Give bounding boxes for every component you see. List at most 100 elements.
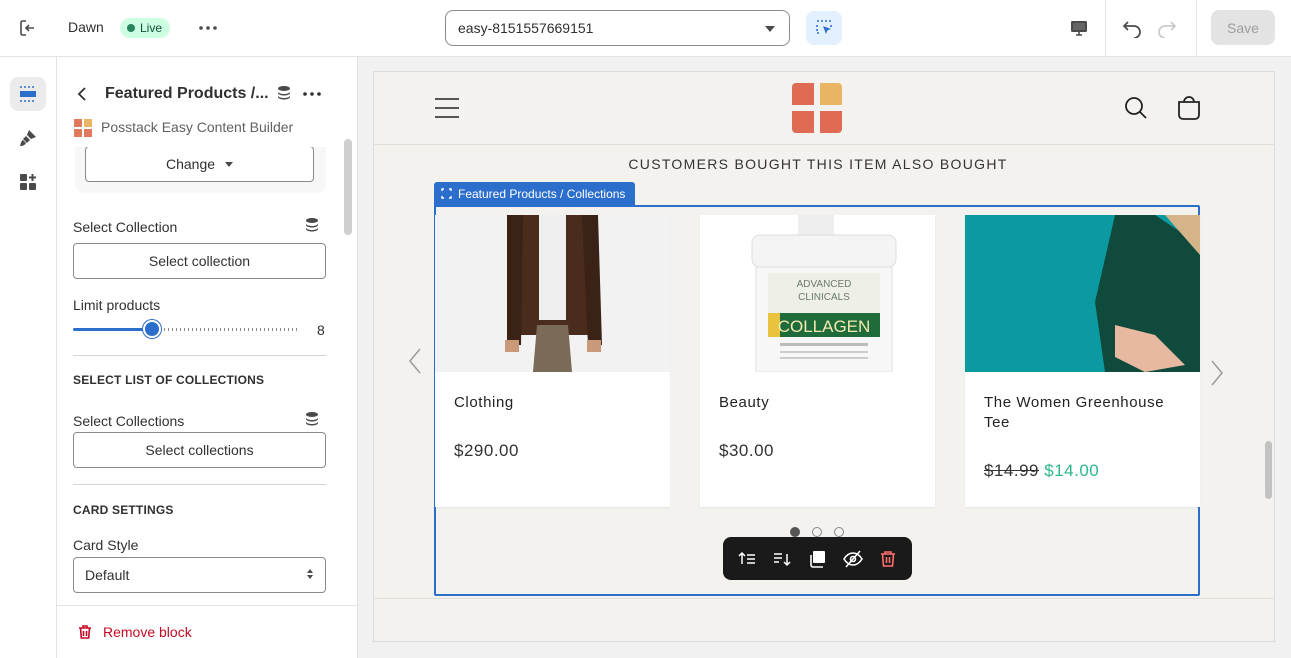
change-button-label: Change	[165, 156, 216, 172]
trash-icon	[77, 624, 93, 640]
menu-icon[interactable]	[434, 97, 460, 119]
select-arrows-icon	[307, 569, 313, 579]
undo-button[interactable]	[1117, 12, 1147, 44]
chevron-left-icon	[77, 87, 87, 101]
back-button[interactable]	[71, 82, 93, 106]
product-title[interactable]: Beauty	[719, 393, 919, 413]
card-style-select[interactable]: Default	[73, 557, 326, 593]
card-style-value: Default	[85, 567, 130, 583]
inspector-toggle-button[interactable]	[806, 11, 842, 45]
compare-at-price: $14.99	[984, 461, 1039, 480]
theme-more-button[interactable]	[195, 14, 221, 42]
divider	[1196, 0, 1197, 57]
app-name: Posstack Easy Content Builder	[101, 119, 294, 135]
sidebar-item-theme-settings[interactable]	[10, 121, 46, 155]
card-style-label: Card Style	[73, 537, 139, 553]
top-bar: Dawn Live easy-8151557669151 Save	[0, 0, 1291, 57]
product-title[interactable]: Clothing	[454, 393, 654, 413]
product-image[interactable]	[965, 215, 1200, 372]
panel-footer: Remove block	[57, 605, 357, 658]
desktop-view-button[interactable]	[1062, 12, 1096, 44]
product-card[interactable]: Clothing $290.00	[435, 215, 670, 507]
selected-block-tag-label: Featured Products / Collections	[458, 186, 626, 201]
more-horizontal-icon	[303, 92, 321, 96]
selected-block-tag[interactable]: Featured Products / Collections	[434, 182, 636, 205]
select-collection-button[interactable]: Select collection	[73, 243, 326, 279]
template-select-value: easy-8151557669151	[458, 20, 594, 36]
block-settings-panel: Change Select Collection Select collecti…	[57, 57, 358, 658]
move-up-icon	[738, 551, 756, 567]
select-collections-label: Select Collections	[73, 413, 185, 429]
duplicate-button[interactable]	[803, 545, 831, 573]
divider	[73, 484, 326, 485]
cart-icon[interactable]	[1176, 95, 1202, 121]
exit-icon	[18, 18, 38, 38]
duplicate-icon	[808, 550, 826, 568]
delete-button[interactable]	[874, 545, 902, 573]
product-card[interactable]: ADVANCED CLINICALS COLLAGEN Beauty $30.0…	[700, 215, 935, 507]
chevron-down-icon	[225, 161, 234, 167]
move-up-button[interactable]	[733, 545, 761, 573]
carousel-pagination	[790, 527, 844, 537]
svg-text:COLLAGEN: COLLAGEN	[778, 317, 871, 336]
search-icon[interactable]	[1124, 96, 1148, 120]
undo-icon	[1121, 18, 1143, 38]
sidebar-item-sections[interactable]	[10, 77, 46, 111]
block-select-icon	[441, 188, 452, 199]
preview-scrollbar[interactable]	[1265, 441, 1272, 499]
dynamic-source-icon[interactable]	[276, 85, 292, 101]
move-down-icon	[773, 551, 791, 567]
panel-scrollbar[interactable]	[344, 139, 352, 235]
change-button[interactable]: Change	[85, 146, 314, 182]
product-image[interactable]	[435, 215, 670, 372]
carousel-dot[interactable]	[834, 527, 844, 537]
remove-block-button[interactable]: Remove block	[77, 624, 192, 640]
chevron-down-icon	[765, 26, 775, 32]
product-image[interactable]: ADVANCED CLINICALS COLLAGEN	[700, 215, 935, 372]
theme-name: Dawn	[68, 19, 104, 35]
block-toolbar	[723, 537, 912, 580]
live-badge-label: Live	[140, 21, 163, 35]
store-preview: CUSTOMERS BOUGHT THIS ITEM ALSO BOUGHT F…	[373, 71, 1275, 642]
select-cursor-icon	[814, 18, 834, 38]
dynamic-source-icon[interactable]	[304, 217, 320, 233]
exit-button[interactable]	[12, 12, 44, 44]
app-logo-icon	[74, 119, 92, 137]
live-dot-icon	[127, 24, 135, 32]
carousel-dot[interactable]	[812, 527, 822, 537]
hide-button[interactable]	[839, 545, 867, 573]
carousel-dot[interactable]	[790, 527, 800, 537]
product-card[interactable]: The Women Greenhouse Tee $14.99 $14.00	[965, 215, 1200, 507]
product-title[interactable]: The Women Greenhouse Tee	[984, 393, 1184, 433]
section-heading: CUSTOMERS BOUGHT THIS ITEM ALSO BOUGHT	[628, 156, 1008, 172]
more-horizontal-icon	[199, 26, 217, 30]
store-header	[374, 72, 1274, 145]
carousel-prev-icon[interactable]	[408, 348, 422, 374]
divider	[374, 598, 1274, 599]
svg-text:ADVANCED: ADVANCED	[797, 279, 852, 290]
card-settings-heading: CARD SETTINGS	[73, 503, 174, 517]
move-down-button[interactable]	[768, 545, 796, 573]
redo-button[interactable]	[1152, 12, 1182, 44]
limit-products-label: Limit products	[73, 297, 161, 313]
sidebar-item-apps[interactable]	[10, 165, 46, 199]
product-price: $30.00	[719, 441, 774, 460]
trash-icon	[880, 550, 896, 568]
eye-off-icon	[842, 549, 863, 568]
limit-products-slider[interactable]	[73, 320, 299, 338]
block-more-button[interactable]	[300, 83, 324, 105]
save-button[interactable]: Save	[1211, 10, 1275, 45]
sections-icon	[18, 84, 38, 104]
dynamic-source-icon[interactable]	[304, 411, 320, 427]
select-collections-button[interactable]: Select collections	[73, 432, 326, 468]
store-logo-icon[interactable]	[792, 83, 842, 133]
paintbrush-icon	[18, 128, 38, 148]
remove-block-label: Remove block	[103, 624, 192, 640]
sale-price: $14.00	[1044, 461, 1100, 480]
template-select[interactable]: easy-8151557669151	[445, 10, 790, 46]
carousel-next-icon[interactable]	[1210, 360, 1224, 386]
slider-thumb[interactable]	[143, 320, 162, 338]
product-price: $14.99 $14.00	[984, 461, 1099, 481]
panel-header: Featured Products /... Posstack Easy Con…	[57, 57, 357, 147]
desktop-icon	[1069, 19, 1089, 37]
